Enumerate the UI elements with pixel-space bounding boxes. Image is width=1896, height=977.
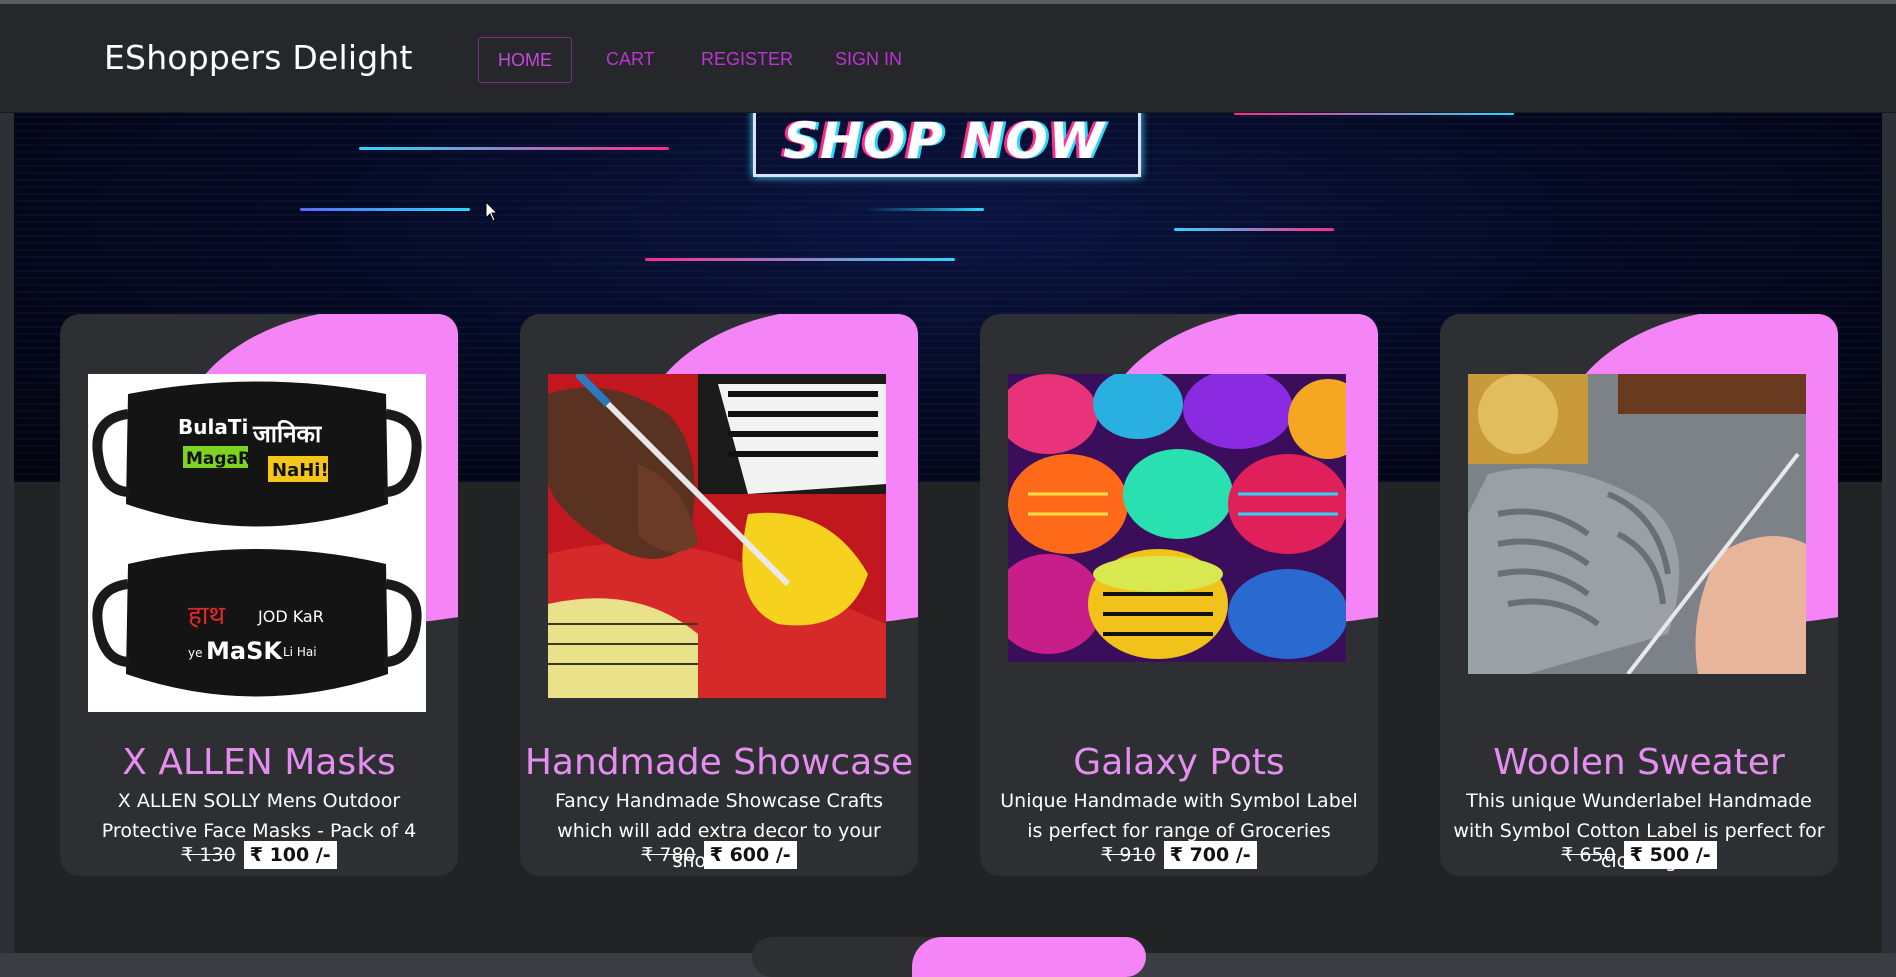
mask-text: Li Hai: [283, 645, 317, 659]
old-price: ₹ 780: [641, 844, 696, 866]
pots-illustration: [1008, 374, 1346, 662]
price-row: ₹ 910 ₹ 700 /-: [980, 841, 1378, 869]
nav-sign-in[interactable]: SIGN IN: [835, 37, 902, 81]
neon-streak: [1174, 228, 1334, 231]
new-price: ₹ 600 /-: [703, 841, 797, 869]
old-price: ₹ 130: [181, 844, 236, 866]
neon-streak: [359, 147, 669, 150]
showcase-illustration: [548, 374, 886, 698]
price-row: ₹ 780 ₹ 600 /-: [520, 841, 918, 869]
product-image-showcase: [548, 374, 886, 698]
neon-streak: [645, 258, 955, 261]
shop-now-text[interactable]: SHOP NOW: [753, 112, 1135, 170]
product-description: X ALLEN SOLLY Mens Outdoor Protective Fa…: [101, 790, 417, 842]
product-card[interactable]: Woolen Sweater This unique Wunderlabel H…: [1440, 314, 1838, 876]
nav-cart[interactable]: CART: [606, 37, 655, 81]
product-image-mask: BulaTi जानिका MagaR NaHi! हाथ JOD KaR ye…: [88, 374, 426, 712]
product-description: Unique Handmade with Symbol Label is per…: [1000, 790, 1358, 842]
new-price: ₹ 500 /-: [1623, 841, 1717, 869]
product-title[interactable]: Woolen Sweater: [1440, 742, 1838, 783]
product-card[interactable]: Galaxy Pots Unique Handmade with Symbol …: [980, 314, 1378, 876]
product-card[interactable]: Handmade Showcase Fancy Handmade Showcas…: [520, 314, 918, 876]
navbar: EShoppers Delight HOME CART REGISTER SIG…: [0, 4, 1896, 113]
product-image-pots: [1008, 374, 1346, 662]
new-price: ₹ 700 /-: [1163, 841, 1257, 869]
mask-text: MaSK: [206, 637, 283, 665]
price-row: ₹ 130 ₹ 100 /-: [60, 841, 458, 869]
price-row: ₹ 650 ₹ 500 /-: [1440, 841, 1838, 869]
product-image-sweater: [1468, 374, 1806, 674]
mask-text: MagaR: [186, 449, 251, 469]
product-card-partial[interactable]: [752, 937, 1146, 977]
product-title[interactable]: X ALLEN Masks: [60, 742, 458, 783]
old-price: ₹ 650: [1561, 844, 1616, 866]
mask-text: BulaTi: [178, 415, 248, 439]
mask-text: JOD KaR: [257, 607, 324, 626]
nav-register[interactable]: REGISTER: [701, 37, 793, 81]
nav-home[interactable]: HOME: [478, 37, 572, 83]
new-price: ₹ 100 /-: [243, 841, 337, 869]
mask-illustration: BulaTi जानिका MagaR NaHi! हाथ JOD KaR ye…: [88, 374, 426, 712]
old-price: ₹ 910: [1101, 844, 1156, 866]
mask-text: ye: [188, 646, 202, 660]
mouse-cursor-icon: [485, 201, 499, 222]
product-card[interactable]: BulaTi जानिका MagaR NaHi! हाथ JOD KaR ye…: [60, 314, 458, 876]
sweater-illustration: [1468, 374, 1806, 674]
page-gutter-right: [1882, 112, 1896, 953]
product-title[interactable]: Galaxy Pots: [980, 742, 1378, 783]
brand-logo[interactable]: EShoppers Delight: [104, 38, 413, 77]
product-title[interactable]: Handmade Showcase: [520, 742, 918, 783]
card-accent-shape: [912, 937, 1146, 977]
mask-text: हाथ: [188, 601, 226, 631]
neon-streak: [300, 208, 470, 211]
neon-streak: [864, 208, 984, 211]
page-gutter-left: [0, 112, 14, 953]
mask-text: NaHi!: [272, 460, 329, 481]
mask-text: जानिका: [252, 420, 322, 448]
